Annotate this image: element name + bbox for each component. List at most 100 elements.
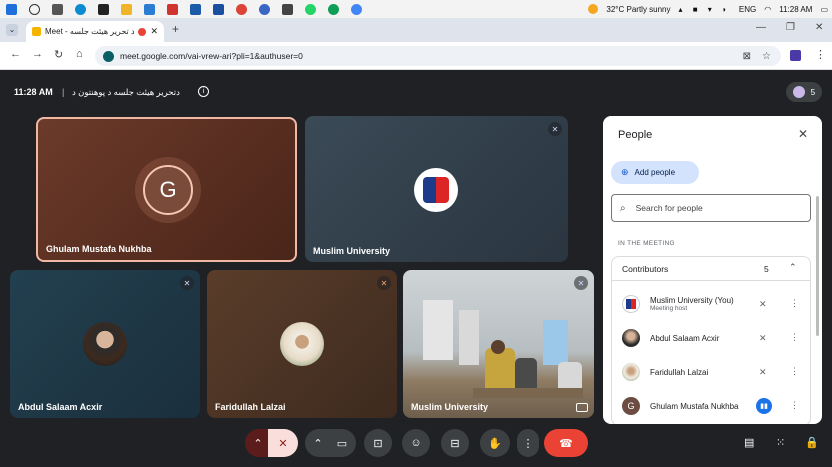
app-icon[interactable] — [144, 3, 155, 15]
tile-name: Muslim University — [313, 246, 391, 256]
participant-row[interactable]: Muslim University (You) Meeting host — [622, 289, 812, 319]
tray-icons[interactable]: ▴ ■ ▾ ◗ — [679, 5, 731, 14]
site-info-icon[interactable] — [103, 50, 114, 62]
video-tile[interactable]: ✕ Abdul Salaam Acxir — [10, 270, 200, 418]
menu-dots-icon[interactable]: ⋮ — [815, 48, 826, 61]
tab-title: Meet - د تحریر هیئت جلسه — [45, 27, 135, 36]
participants-badge[interactable]: 5 — [786, 82, 822, 102]
taskbar-clock[interactable]: 11:28 AM — [779, 5, 812, 14]
app-icon[interactable] — [213, 3, 224, 15]
host-controls-icon[interactable]: 🔒 — [805, 436, 819, 449]
close-window-icon[interactable]: ✕ — [815, 22, 823, 33]
browser-tab-bar: ⌄ Meet - د تحریر هیئت جلسه ✕ + — ❐ ✕ — [0, 18, 832, 42]
chrome-icon[interactable] — [351, 3, 362, 15]
whatsapp-icon[interactable] — [305, 3, 316, 15]
mic-off-icon[interactable]: ✕ — [759, 333, 767, 344]
home-icon[interactable]: ⌂ — [76, 48, 83, 60]
tile-name: Ghulam Mustafa Nukhba — [46, 244, 152, 254]
tile-name: Faridullah Lalzai — [215, 402, 286, 412]
tab-list-icon[interactable]: ⌄ — [6, 24, 18, 36]
minimize-icon[interactable]: — — [756, 22, 766, 33]
back-icon[interactable]: ← — [10, 48, 21, 60]
avatar: G — [622, 397, 640, 415]
mic-off-icon: ✕ — [574, 276, 588, 290]
participant-row[interactable]: Faridullah Lalzai — [622, 357, 812, 387]
search-icon[interactable] — [29, 3, 40, 15]
video-tile[interactable]: ✕ Faridullah Lalzai — [207, 270, 397, 418]
pip-icon[interactable] — [576, 403, 588, 412]
video-tile[interactable]: ✕ Muslim University — [403, 270, 594, 418]
group-count: 5 — [764, 264, 769, 274]
video-tile[interactable]: G Ghulam Mustafa Nukhba — [36, 117, 297, 262]
url-text[interactable]: meet.google.com/vai-vrew-ari?pli=1&authu… — [120, 51, 303, 61]
activities-icon[interactable]: ⁙ — [776, 436, 785, 449]
participant-role: Meeting host — [650, 305, 688, 312]
mic-off-icon[interactable]: ✕ — [759, 299, 767, 310]
participant-name: Muslim University (You) — [650, 296, 734, 305]
close-panel-icon[interactable]: ✕ — [798, 127, 808, 141]
section-label: IN THE MEETING — [618, 240, 675, 247]
url-bar[interactable]: meet.google.com/vai-vrew-ari?pli=1&authu… — [95, 46, 781, 66]
mic-off-icon: ✕ — [278, 437, 288, 450]
search-people-field[interactable]: ⌕ Search for people — [611, 194, 811, 222]
collapse-chevron-icon[interactable]: ⌃ — [789, 262, 797, 273]
emoji-icon: ☺ — [410, 437, 422, 449]
participant-row[interactable]: Abdul Salaam Acxir — [622, 323, 812, 353]
browser-tab-meet[interactable]: Meet - د تحریر هیئت جلسه ✕ — [26, 21, 164, 42]
avatar — [280, 322, 324, 366]
app-icon[interactable] — [167, 3, 178, 15]
video-tile[interactable]: ✕ Muslim University — [305, 116, 568, 262]
search-icon: ⌕ — [620, 202, 626, 214]
participant-avatars-icon — [792, 86, 805, 98]
more-options-icon[interactable]: ⋮ — [790, 400, 799, 411]
task-view-icon[interactable] — [52, 3, 63, 15]
more-options-icon[interactable]: ⋮ — [790, 298, 799, 309]
meeting-info-icon[interactable]: i — [198, 86, 209, 97]
leave-call-button[interactable]: ☎ — [544, 429, 588, 457]
chrome-icon[interactable] — [328, 3, 339, 15]
camera-toggle-button[interactable]: ▭ — [328, 429, 356, 457]
mic-toggle-button[interactable]: ✕ — [268, 429, 298, 457]
present-screen-icon: ⊡ — [373, 437, 383, 450]
app-icon[interactable] — [259, 3, 270, 15]
edge-icon[interactable] — [75, 3, 86, 15]
add-people-button[interactable]: ⊕ Add people — [611, 161, 699, 184]
wifi-icon[interactable]: ◠ — [764, 5, 771, 14]
avatar — [622, 295, 640, 313]
camera-scene — [403, 270, 594, 418]
folder-icon[interactable] — [121, 3, 132, 15]
close-tab-icon[interactable]: ✕ — [150, 26, 158, 37]
reactions-button[interactable]: ☺ — [402, 429, 430, 457]
bookmark-star-icon[interactable]: ☆ — [762, 51, 771, 62]
windows-start-icon[interactable] — [6, 3, 17, 15]
restore-icon[interactable]: ❐ — [786, 22, 795, 33]
camera-blocked-icon[interactable]: ⊠ — [743, 51, 751, 62]
app-icon[interactable] — [282, 3, 293, 15]
captions-button[interactable]: ⊟ — [441, 429, 469, 457]
avatar — [83, 322, 127, 366]
mic-off-icon[interactable]: ✕ — [759, 367, 767, 378]
store-icon[interactable] — [98, 3, 109, 15]
weather-text[interactable]: 32°C Partly sunny — [606, 5, 670, 14]
new-tab-button[interactable]: + — [172, 22, 179, 36]
forward-icon[interactable]: → — [32, 48, 43, 60]
raise-hand-button[interactable]: ✋ — [480, 429, 510, 457]
participant-row[interactable]: G Ghulam Mustafa Nukhba — [622, 391, 812, 421]
contributors-header[interactable]: Contributors 5 ⌃ — [612, 257, 810, 281]
chrome-icon[interactable] — [236, 3, 247, 15]
app-icon[interactable] — [190, 3, 201, 15]
present-button[interactable]: ⊡ — [364, 429, 392, 457]
add-person-icon: ⊕ — [621, 167, 629, 177]
more-options-button[interactable]: ⋮ — [517, 429, 539, 457]
more-options-icon[interactable]: ⋮ — [790, 332, 799, 343]
reload-icon[interactable]: ↻ — [54, 48, 63, 61]
more-options-icon[interactable]: ⋮ — [790, 366, 799, 377]
language-indicator[interactable]: ENG — [739, 5, 756, 14]
hand-icon: ✋ — [488, 437, 502, 450]
mic-off-icon: ✕ — [377, 276, 391, 290]
panel-scrollbar[interactable] — [816, 196, 819, 336]
extension-icon[interactable] — [790, 50, 801, 61]
notification-icon[interactable]: ▭ — [820, 5, 828, 14]
chat-icon[interactable]: ▤ — [744, 436, 754, 449]
university-logo — [414, 168, 458, 212]
